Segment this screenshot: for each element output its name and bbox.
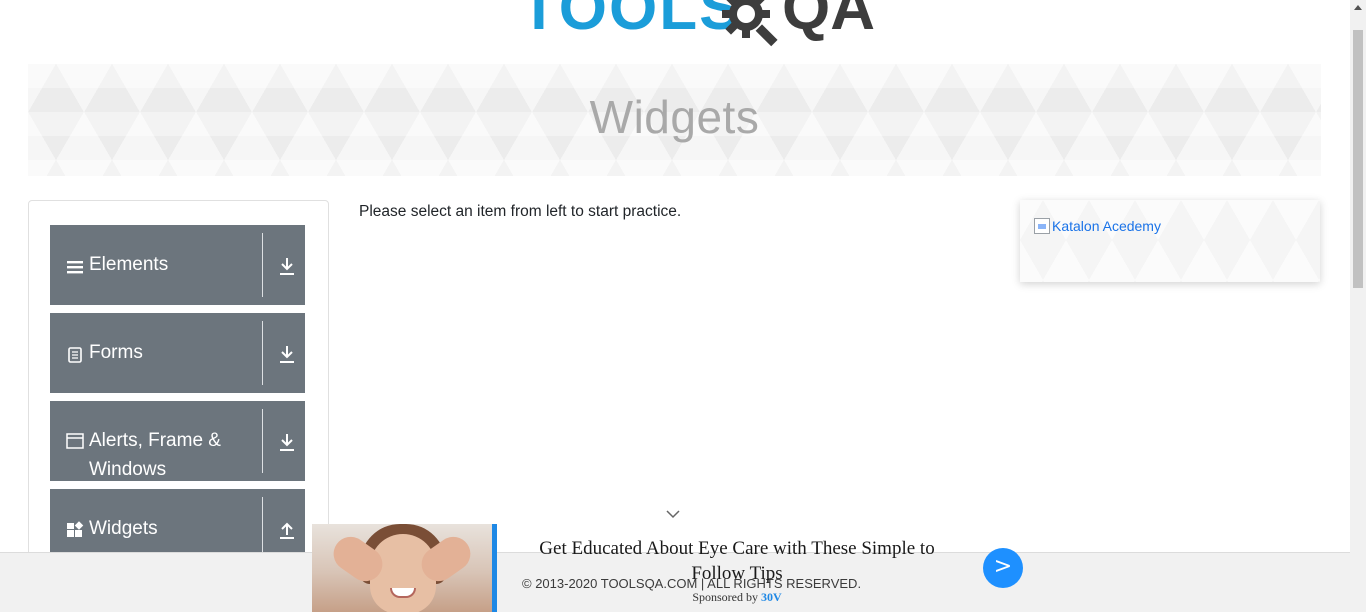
ad-next-button[interactable]: > <box>983 548 1023 588</box>
logo-tools-text: TOOLS <box>520 0 743 43</box>
ad-sponsor-line: Sponsored by 30V <box>512 590 962 605</box>
gear-magnifier-icon <box>722 0 778 47</box>
group-label-elements: Elements <box>89 254 169 275</box>
ad-sponsored-prefix: Sponsored by <box>692 590 761 604</box>
document-icon <box>68 347 82 363</box>
ad-headline[interactable]: Get Educated About Eye Care with These S… <box>512 536 962 586</box>
group-divider <box>262 497 263 559</box>
page-scrollbar[interactable] <box>1350 0 1366 612</box>
download-arrow-icon[interactable] <box>278 344 296 364</box>
chevron-down-icon[interactable] <box>665 508 681 520</box>
page-title: Widgets <box>589 91 760 143</box>
group-divider <box>262 409 263 473</box>
group-label-widgets: Widgets <box>89 518 158 539</box>
ad-image-woman-heart-hands[interactable] <box>312 524 492 612</box>
window-icon <box>66 433 84 449</box>
group-label-alerts-line2: Windows <box>89 459 167 480</box>
group-header-forms[interactable]: Forms <box>50 313 305 393</box>
overlay-ad[interactable]: Get Educated About Eye Care with These S… <box>312 524 1040 612</box>
broken-image-icon <box>1034 218 1050 234</box>
logo-qa-text: QA <box>782 0 875 43</box>
scrollbar-thumb[interactable] <box>1353 30 1363 288</box>
upload-arrow-icon[interactable] <box>278 520 296 540</box>
group-header-alerts-frame-windows[interactable]: Alerts, Frame & Windows <box>50 401 305 481</box>
practice-instruction: Please select an item from left to start… <box>359 203 682 220</box>
scroll-up-arrow-icon[interactable] <box>1354 5 1362 10</box>
katalon-ad-link[interactable]: Katalon Acedemy <box>1034 218 1161 234</box>
katalon-ad-card[interactable]: Katalon Acedemy <box>1020 200 1320 282</box>
page-banner: Widgets <box>28 64 1321 176</box>
download-arrow-icon[interactable] <box>278 432 296 452</box>
group-label-forms: Forms <box>89 342 143 363</box>
ad-accent-bar <box>492 524 497 612</box>
widgets-icon <box>67 521 84 537</box>
toolsqa-logo[interactable]: TOOLS QA <box>512 0 875 58</box>
katalon-ad-alt-text: Katalon Acedemy <box>1052 218 1161 234</box>
left-sidebar: Elements Forms Alerts, Frame & Windows W… <box>28 200 329 560</box>
group-label-alerts-line1: Alerts, Frame & <box>89 430 221 451</box>
group-divider <box>262 321 263 385</box>
group-divider <box>262 233 263 297</box>
group-header-elements[interactable]: Elements <box>50 225 305 305</box>
hamburger-icon <box>67 261 83 274</box>
group-header-widgets[interactable]: Widgets <box>50 489 305 559</box>
download-arrow-icon[interactable] <box>278 256 296 276</box>
ad-sponsor-brand[interactable]: 30V <box>761 590 782 604</box>
